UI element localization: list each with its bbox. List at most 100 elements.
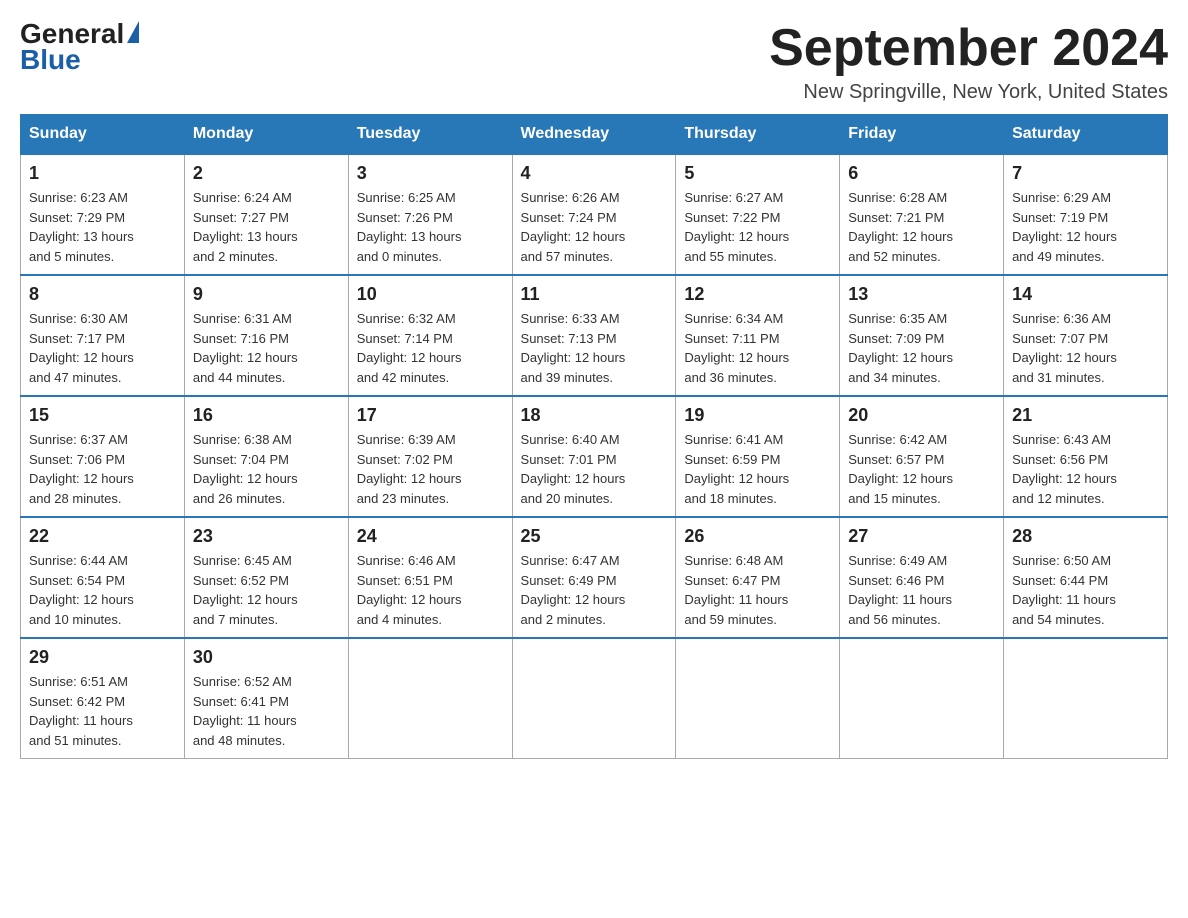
calendar-cell: 24 Sunrise: 6:46 AMSunset: 6:51 PMDaylig…: [348, 517, 512, 638]
day-number: 17: [357, 405, 504, 426]
day-info: Sunrise: 6:29 AMSunset: 7:19 PMDaylight:…: [1012, 188, 1159, 266]
calendar-cell: [348, 638, 512, 759]
day-info: Sunrise: 6:25 AMSunset: 7:26 PMDaylight:…: [357, 188, 504, 266]
day-info: Sunrise: 6:49 AMSunset: 6:46 PMDaylight:…: [848, 551, 995, 629]
day-info: Sunrise: 6:34 AMSunset: 7:11 PMDaylight:…: [684, 309, 831, 387]
day-number: 28: [1012, 526, 1159, 547]
day-number: 7: [1012, 163, 1159, 184]
col-monday: Monday: [184, 115, 348, 155]
calendar-cell: 6 Sunrise: 6:28 AMSunset: 7:21 PMDayligh…: [840, 154, 1004, 275]
day-number: 26: [684, 526, 831, 547]
calendar-cell: 22 Sunrise: 6:44 AMSunset: 6:54 PMDaylig…: [21, 517, 185, 638]
col-tuesday: Tuesday: [348, 115, 512, 155]
day-number: 3: [357, 163, 504, 184]
day-number: 5: [684, 163, 831, 184]
col-thursday: Thursday: [676, 115, 840, 155]
day-number: 11: [521, 284, 668, 305]
day-number: 9: [193, 284, 340, 305]
calendar-cell: 2 Sunrise: 6:24 AMSunset: 7:27 PMDayligh…: [184, 154, 348, 275]
calendar-cell: 3 Sunrise: 6:25 AMSunset: 7:26 PMDayligh…: [348, 154, 512, 275]
day-number: 1: [29, 163, 176, 184]
calendar-cell: 14 Sunrise: 6:36 AMSunset: 7:07 PMDaylig…: [1004, 275, 1168, 396]
calendar-subtitle: New Springville, New York, United States: [769, 81, 1168, 104]
calendar-week-row: 8 Sunrise: 6:30 AMSunset: 7:17 PMDayligh…: [21, 275, 1168, 396]
calendar-cell: 29 Sunrise: 6:51 AMSunset: 6:42 PMDaylig…: [21, 638, 185, 759]
day-info: Sunrise: 6:23 AMSunset: 7:29 PMDaylight:…: [29, 188, 176, 266]
day-number: 10: [357, 284, 504, 305]
day-info: Sunrise: 6:37 AMSunset: 7:06 PMDaylight:…: [29, 430, 176, 508]
calendar-table: Sunday Monday Tuesday Wednesday Thursday…: [20, 114, 1168, 759]
calendar-cell: [840, 638, 1004, 759]
calendar-cell: 26 Sunrise: 6:48 AMSunset: 6:47 PMDaylig…: [676, 517, 840, 638]
calendar-week-row: 29 Sunrise: 6:51 AMSunset: 6:42 PMDaylig…: [21, 638, 1168, 759]
calendar-title: September 2024: [769, 20, 1168, 77]
logo-triangle-icon: [127, 21, 139, 43]
day-number: 19: [684, 405, 831, 426]
day-info: Sunrise: 6:44 AMSunset: 6:54 PMDaylight:…: [29, 551, 176, 629]
day-info: Sunrise: 6:39 AMSunset: 7:02 PMDaylight:…: [357, 430, 504, 508]
calendar-week-row: 15 Sunrise: 6:37 AMSunset: 7:06 PMDaylig…: [21, 396, 1168, 517]
day-info: Sunrise: 6:31 AMSunset: 7:16 PMDaylight:…: [193, 309, 340, 387]
day-number: 21: [1012, 405, 1159, 426]
day-info: Sunrise: 6:52 AMSunset: 6:41 PMDaylight:…: [193, 672, 340, 750]
calendar-cell: 27 Sunrise: 6:49 AMSunset: 6:46 PMDaylig…: [840, 517, 1004, 638]
calendar-cell: 23 Sunrise: 6:45 AMSunset: 6:52 PMDaylig…: [184, 517, 348, 638]
calendar-cell: 30 Sunrise: 6:52 AMSunset: 6:41 PMDaylig…: [184, 638, 348, 759]
day-number: 25: [521, 526, 668, 547]
day-info: Sunrise: 6:27 AMSunset: 7:22 PMDaylight:…: [684, 188, 831, 266]
day-info: Sunrise: 6:41 AMSunset: 6:59 PMDaylight:…: [684, 430, 831, 508]
calendar-cell: 13 Sunrise: 6:35 AMSunset: 7:09 PMDaylig…: [840, 275, 1004, 396]
day-info: Sunrise: 6:28 AMSunset: 7:21 PMDaylight:…: [848, 188, 995, 266]
day-number: 8: [29, 284, 176, 305]
day-number: 12: [684, 284, 831, 305]
calendar-cell: [676, 638, 840, 759]
day-number: 30: [193, 647, 340, 668]
day-info: Sunrise: 6:36 AMSunset: 7:07 PMDaylight:…: [1012, 309, 1159, 387]
day-info: Sunrise: 6:24 AMSunset: 7:27 PMDaylight:…: [193, 188, 340, 266]
day-info: Sunrise: 6:45 AMSunset: 6:52 PMDaylight:…: [193, 551, 340, 629]
day-info: Sunrise: 6:43 AMSunset: 6:56 PMDaylight:…: [1012, 430, 1159, 508]
day-info: Sunrise: 6:40 AMSunset: 7:01 PMDaylight:…: [521, 430, 668, 508]
day-number: 15: [29, 405, 176, 426]
day-info: Sunrise: 6:47 AMSunset: 6:49 PMDaylight:…: [521, 551, 668, 629]
calendar-cell: 5 Sunrise: 6:27 AMSunset: 7:22 PMDayligh…: [676, 154, 840, 275]
calendar-header-row: Sunday Monday Tuesday Wednesday Thursday…: [21, 115, 1168, 155]
col-friday: Friday: [840, 115, 1004, 155]
calendar-cell: 9 Sunrise: 6:31 AMSunset: 7:16 PMDayligh…: [184, 275, 348, 396]
calendar-cell: 28 Sunrise: 6:50 AMSunset: 6:44 PMDaylig…: [1004, 517, 1168, 638]
day-number: 2: [193, 163, 340, 184]
day-info: Sunrise: 6:30 AMSunset: 7:17 PMDaylight:…: [29, 309, 176, 387]
logo: General Blue: [20, 20, 139, 74]
calendar-cell: [512, 638, 676, 759]
calendar-cell: 25 Sunrise: 6:47 AMSunset: 6:49 PMDaylig…: [512, 517, 676, 638]
calendar-cell: 17 Sunrise: 6:39 AMSunset: 7:02 PMDaylig…: [348, 396, 512, 517]
calendar-cell: 12 Sunrise: 6:34 AMSunset: 7:11 PMDaylig…: [676, 275, 840, 396]
page-header: General Blue September 2024 New Springvi…: [20, 20, 1168, 104]
day-number: 14: [1012, 284, 1159, 305]
day-info: Sunrise: 6:26 AMSunset: 7:24 PMDaylight:…: [521, 188, 668, 266]
day-info: Sunrise: 6:42 AMSunset: 6:57 PMDaylight:…: [848, 430, 995, 508]
calendar-cell: 1 Sunrise: 6:23 AMSunset: 7:29 PMDayligh…: [21, 154, 185, 275]
day-number: 18: [521, 405, 668, 426]
day-number: 24: [357, 526, 504, 547]
calendar-cell: 18 Sunrise: 6:40 AMSunset: 7:01 PMDaylig…: [512, 396, 676, 517]
calendar-cell: [1004, 638, 1168, 759]
col-saturday: Saturday: [1004, 115, 1168, 155]
calendar-cell: 15 Sunrise: 6:37 AMSunset: 7:06 PMDaylig…: [21, 396, 185, 517]
day-info: Sunrise: 6:38 AMSunset: 7:04 PMDaylight:…: [193, 430, 340, 508]
day-info: Sunrise: 6:46 AMSunset: 6:51 PMDaylight:…: [357, 551, 504, 629]
day-number: 6: [848, 163, 995, 184]
calendar-cell: 19 Sunrise: 6:41 AMSunset: 6:59 PMDaylig…: [676, 396, 840, 517]
calendar-week-row: 22 Sunrise: 6:44 AMSunset: 6:54 PMDaylig…: [21, 517, 1168, 638]
title-block: September 2024 New Springville, New York…: [769, 20, 1168, 104]
day-info: Sunrise: 6:33 AMSunset: 7:13 PMDaylight:…: [521, 309, 668, 387]
day-number: 29: [29, 647, 176, 668]
day-number: 13: [848, 284, 995, 305]
day-number: 20: [848, 405, 995, 426]
calendar-cell: 4 Sunrise: 6:26 AMSunset: 7:24 PMDayligh…: [512, 154, 676, 275]
calendar-cell: 21 Sunrise: 6:43 AMSunset: 6:56 PMDaylig…: [1004, 396, 1168, 517]
day-info: Sunrise: 6:48 AMSunset: 6:47 PMDaylight:…: [684, 551, 831, 629]
day-number: 23: [193, 526, 340, 547]
calendar-cell: 8 Sunrise: 6:30 AMSunset: 7:17 PMDayligh…: [21, 275, 185, 396]
day-number: 16: [193, 405, 340, 426]
